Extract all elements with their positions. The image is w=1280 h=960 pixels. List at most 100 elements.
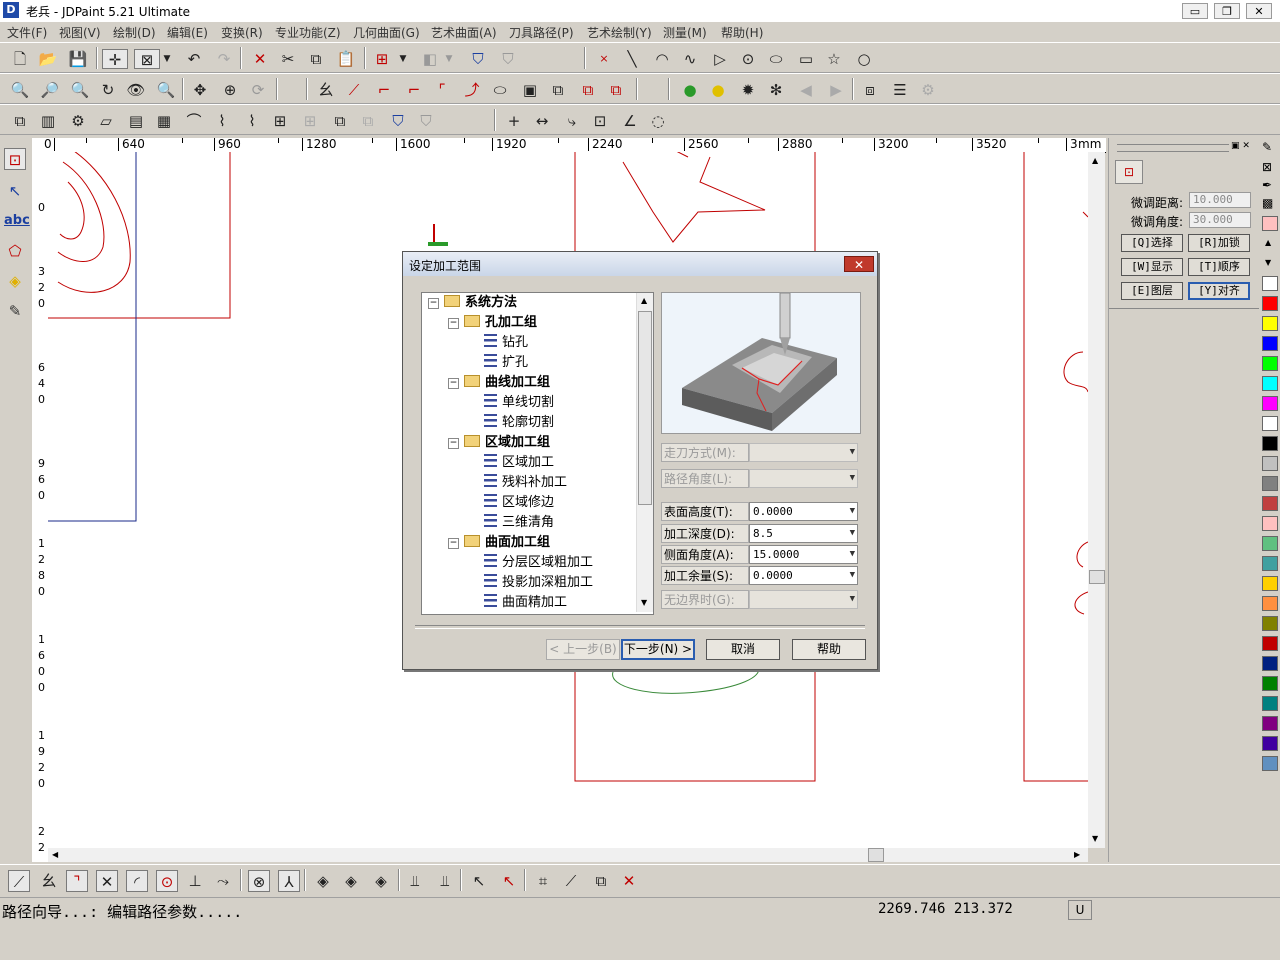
pan-icon[interactable]: ✥ (190, 80, 210, 100)
color-swatch[interactable] (1262, 376, 1278, 391)
properties-icon[interactable]: ☰ (890, 80, 910, 100)
scroll-thumb[interactable] (638, 311, 652, 505)
combine-gray-icon[interactable]: ⧉ (358, 111, 378, 131)
color-swatch[interactable] (1262, 356, 1278, 371)
color-swatch[interactable] (1262, 516, 1278, 531)
color-swatch[interactable] (1262, 556, 1278, 571)
snap-arc-icon[interactable]: ◜ (126, 870, 148, 892)
line-icon[interactable]: ╲ (622, 49, 642, 69)
help-button[interactable]: 帮助 (792, 639, 866, 660)
mirror-icon[interactable]: ⧉ (578, 80, 598, 100)
tree-group[interactable]: − 曲面加工组 (448, 533, 550, 553)
scroll-right-icon[interactable]: ▶ (1074, 850, 1080, 859)
chevron-down-icon[interactable]: ▼ (850, 546, 855, 563)
box-icon[interactable]: ▱ (96, 111, 116, 131)
tree-item[interactable]: 扩孔 (484, 353, 528, 373)
zoom-all-icon[interactable]: 🔍 (156, 80, 176, 100)
origin-icon[interactable]: ⊞ (372, 49, 392, 69)
tree-item[interactable]: 曲面精加工 (484, 593, 567, 613)
redo-icon[interactable]: ↷ (214, 49, 234, 69)
menu-edit[interactable]: 编辑(E) (167, 24, 208, 41)
delete-icon[interactable]: ✕ (250, 49, 270, 69)
extend-icon[interactable]: ⟋ (344, 80, 364, 100)
minimize-button[interactable]: ▭ (1182, 3, 1208, 19)
surface-height-input[interactable]: 0.0000 ▼ (749, 502, 858, 521)
close-red-icon[interactable]: ✕ (618, 870, 640, 892)
undo-icon[interactable]: ↶ (184, 49, 204, 69)
menu-transform[interactable]: 变换(R) (221, 24, 263, 41)
edit-node-icon[interactable]: ↖ (4, 180, 26, 202)
no-fill-icon[interactable]: ⊠ (1262, 160, 1272, 174)
arrow-left-icon[interactable]: ◀ (796, 80, 816, 100)
collapse-icon[interactable]: − (448, 438, 459, 449)
join-icon[interactable]: ⤴ (462, 80, 482, 100)
oval-tool-icon[interactable]: ⬭ (490, 80, 510, 100)
color-swatch[interactable] (1262, 456, 1278, 471)
snap-line-icon[interactable]: ⟋ (8, 870, 30, 892)
select-button[interactable]: [Q]选择 (1121, 234, 1183, 252)
tree-item[interactable]: 分层区域粗加工 (484, 553, 593, 573)
curve-icon[interactable]: ∿ (680, 49, 700, 69)
color-swatch[interactable] (1262, 616, 1278, 631)
dialog-close-button[interactable]: ✕ (844, 256, 874, 272)
pen-icon[interactable]: ✎ (1262, 140, 1272, 154)
grid-icon[interactable]: ▦ (154, 111, 174, 131)
panel-tab-node-icon[interactable]: ⊡ (1115, 160, 1143, 184)
ellipse-icon[interactable]: ⬭ (766, 49, 786, 69)
horizontal-scrollbar[interactable]: ◀ ▶ (48, 848, 1088, 862)
zoom-out-icon[interactable]: 🔎 (40, 80, 60, 100)
fillet-icon[interactable]: ⌐ (374, 80, 394, 100)
chevron-down-icon[interactable]: ▼ (850, 503, 855, 520)
chevron-down-icon[interactable]: ▼ (850, 567, 855, 584)
shield-icon[interactable]: ⛉ (388, 111, 408, 131)
rotate-view-icon[interactable]: ◈ (370, 870, 392, 892)
color-swatch[interactable] (1262, 336, 1278, 351)
menu-art-surface[interactable]: 艺术曲面(A) (431, 24, 497, 41)
combine-icon[interactable]: ⧉ (330, 111, 350, 131)
scroll-left-icon[interactable]: ◀ (52, 850, 58, 859)
scroll-up-icon[interactable]: ▲ (641, 296, 647, 305)
scroll-thumb[interactable] (868, 848, 884, 862)
box-select-icon[interactable]: ⊠ (134, 49, 160, 69)
magnify-icon[interactable]: ⊕ (220, 80, 240, 100)
color-swatch[interactable] (1262, 496, 1278, 511)
rotate-dim-icon[interactable]: ⤷ (562, 111, 582, 131)
point-icon[interactable]: × (594, 49, 614, 69)
chamfer-icon[interactable]: ⌐ (404, 80, 424, 100)
snap-angle-icon[interactable]: ⅄ (278, 870, 300, 892)
bulb-green-icon[interactable]: ● (680, 80, 700, 100)
gear-shape-icon[interactable]: ⚙ (68, 111, 88, 131)
copy-objects-icon[interactable]: ⧉ (10, 111, 30, 131)
zoom-in-icon[interactable]: 🔍 (70, 80, 90, 100)
text-tool-icon[interactable]: abc (4, 210, 30, 232)
cursor-select-icon[interactable]: ↖ (468, 870, 490, 892)
tree-item[interactable]: 钻孔 (484, 333, 528, 353)
tree-item[interactable]: 区域修边 (484, 493, 554, 513)
transform-icon[interactable]: ⌗ (532, 870, 554, 892)
offset-icon[interactable]: ▣ (520, 80, 540, 100)
tree-group[interactable]: − 区域加工组 (448, 433, 550, 453)
frame-icon[interactable]: ▤ (126, 111, 146, 131)
tree-item[interactable]: 投影加深粗加工 (484, 573, 593, 593)
restore-button[interactable]: ❐ (1214, 3, 1240, 19)
rotate-view-icon[interactable]: ◈ (312, 870, 334, 892)
menu-draw[interactable]: 绘制(D) (113, 24, 156, 41)
tree-group[interactable]: − 曲线加工组 (448, 373, 550, 393)
fine-tune-angle-field[interactable]: 30.000 (1189, 212, 1251, 228)
layers-icon[interactable]: ⧈ (860, 80, 880, 100)
fine-tune-distance-field[interactable]: 10.000 (1189, 192, 1251, 208)
tree-group[interactable]: − 孔加工组 (448, 313, 537, 333)
measure-icon[interactable]: ⟋ (560, 870, 582, 892)
color-swatch[interactable] (1262, 416, 1278, 431)
color-swatch[interactable] (1262, 276, 1278, 291)
color-swatch[interactable] (1262, 636, 1278, 651)
break-icon[interactable]: ⌇ (242, 111, 262, 131)
radius-dim-icon[interactable]: ◌ (648, 111, 668, 131)
circle-center-icon[interactable]: ⊙ (738, 49, 758, 69)
tree-item[interactable]: 区域加工 (484, 453, 554, 473)
color-swatch[interactable] (1262, 736, 1278, 751)
snap-intersection-icon[interactable]: ✕ (96, 870, 118, 892)
scroll-thumb[interactable] (1089, 570, 1105, 584)
align-bottom-icon[interactable]: ⫫ (404, 870, 426, 892)
tree-item[interactable]: 轮廓切割 (484, 413, 554, 433)
